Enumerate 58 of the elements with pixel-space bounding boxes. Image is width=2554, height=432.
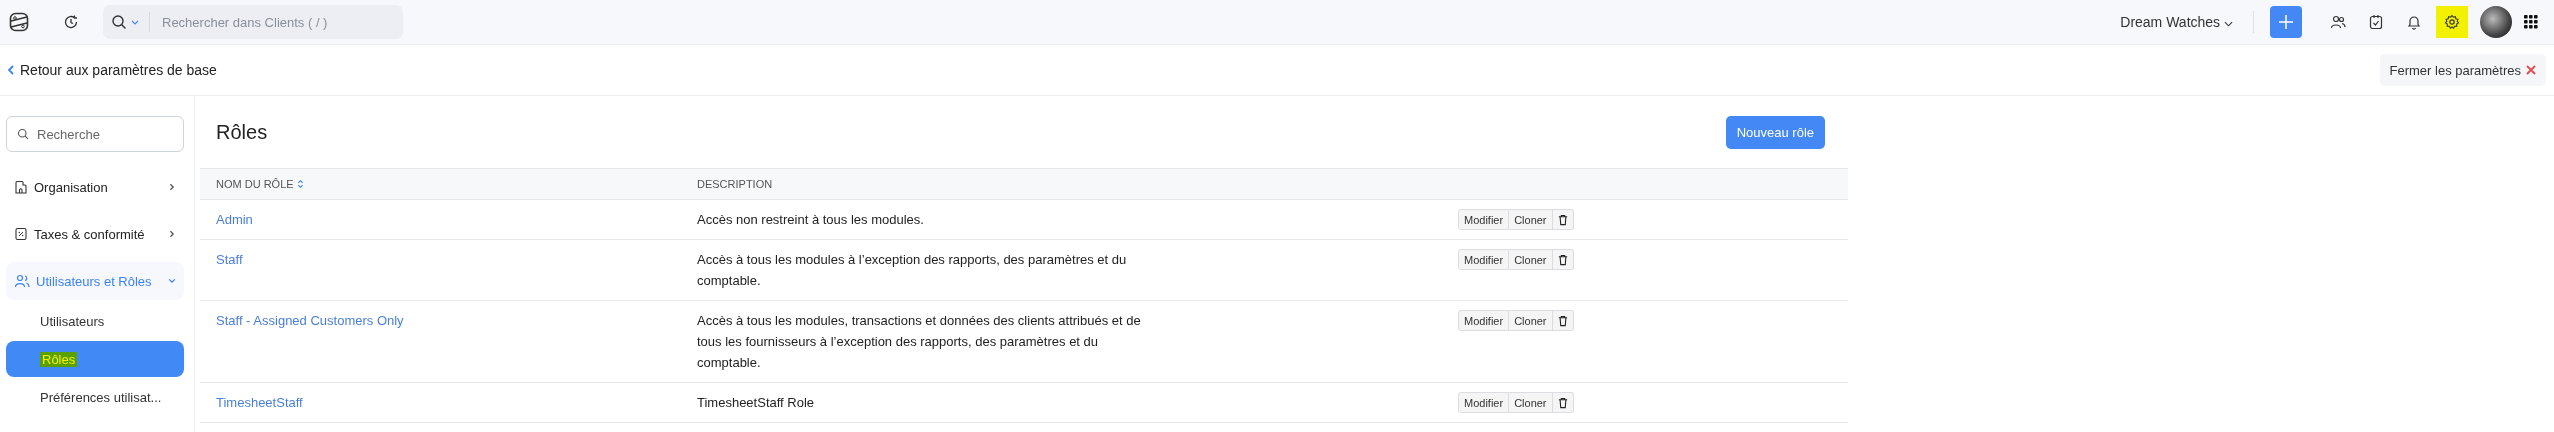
trash-icon <box>1557 213 1568 226</box>
role-description: TimesheetStaff Role <box>697 394 816 412</box>
action-button[interactable]: Cloner <box>1509 310 1553 331</box>
action-button[interactable]: Modifier <box>1458 392 1510 413</box>
tax-document-icon <box>14 227 28 241</box>
role-description: Accès à tous les modules à l’exception des rapports, des paramètres et du comptable. <box>697 251 1128 290</box>
chevron-icon <box>168 183 176 191</box>
organization-switcher[interactable]: Dream Watches <box>2116 10 2237 34</box>
column-header[interactable]: NOM DU RÔLE <box>200 178 697 190</box>
chevron-left-icon <box>8 65 14 75</box>
role-description: Accès à tous les modules, transactions et données des clients attribués et de tous les fournisseurs à l’exception des rapports, des paramètres et du comptable. <box>697 312 1141 372</box>
trash-icon <box>1557 253 1568 266</box>
search-input[interactable]: Rechercher dans Clients ( / ) <box>160 13 395 31</box>
caret-icon[interactable] <box>131 19 139 25</box>
settings-icon[interactable] <box>2436 6 2468 38</box>
delete-button[interactable] <box>1552 209 1574 230</box>
action-button[interactable]: Cloner <box>1509 249 1553 270</box>
add-button[interactable] <box>2270 6 2302 38</box>
avatar[interactable] <box>2480 6 2512 38</box>
sidebar-item[interactable]: Taxes & conformité <box>6 215 184 253</box>
search-icon[interactable] <box>111 14 127 30</box>
sidebar-item[interactable]: Utilisateurs et Rôles <box>6 262 184 300</box>
sidebar-item[interactable]: Organisation <box>6 168 184 206</box>
close-settings-button[interactable]: Fermer les paramètres <box>2379 54 2546 86</box>
delete-button[interactable] <box>1552 392 1574 413</box>
role-description: Accès non restreint à tous les modules. <box>697 211 925 229</box>
sidebar-subitem[interactable]: Préférences utilisat... <box>6 379 184 415</box>
sidebar-subitem[interactable]: Utilisateurs <box>6 303 184 339</box>
action-button[interactable]: Cloner <box>1509 209 1553 230</box>
chevron-icon <box>168 230 176 238</box>
action-button[interactable]: Modifier <box>1458 310 1510 331</box>
delete-button[interactable] <box>1552 310 1574 331</box>
action-button[interactable]: Modifier <box>1458 249 1510 270</box>
plus-icon <box>2278 14 2294 30</box>
role-link[interactable]: Staff - Assigned Customers Only <box>216 313 404 328</box>
action-button[interactable]: Cloner <box>1509 392 1553 413</box>
search-icon <box>17 128 29 140</box>
caret-icon <box>2224 21 2233 27</box>
search-field[interactable]: Rechercher dans Clients ( / ) <box>103 5 403 39</box>
trash-icon <box>1557 314 1568 327</box>
app-logo-icon[interactable] <box>9 12 29 32</box>
page-title: Rôles <box>216 120 268 144</box>
delete-button[interactable] <box>1552 249 1574 270</box>
action-button[interactable]: Modifier <box>1458 209 1510 230</box>
role-link[interactable]: Staff <box>216 252 243 267</box>
trash-icon <box>1557 396 1568 409</box>
history-icon[interactable] <box>63 14 79 30</box>
close-icon <box>2526 65 2536 75</box>
role-link[interactable]: Admin <box>216 212 253 227</box>
back-link[interactable]: Retour aux paramètres de base <box>8 62 217 78</box>
role-link[interactable]: TimesheetStaff <box>216 395 303 410</box>
chevron-icon <box>168 277 176 285</box>
column-header: DESCRIPTION <box>697 178 774 190</box>
building-icon <box>14 180 28 194</box>
sort-icon[interactable] <box>296 179 304 189</box>
apps-grid-icon[interactable] <box>2524 15 2538 29</box>
search-field[interactable]: Recherche <box>6 116 184 152</box>
users-icon <box>14 274 30 288</box>
